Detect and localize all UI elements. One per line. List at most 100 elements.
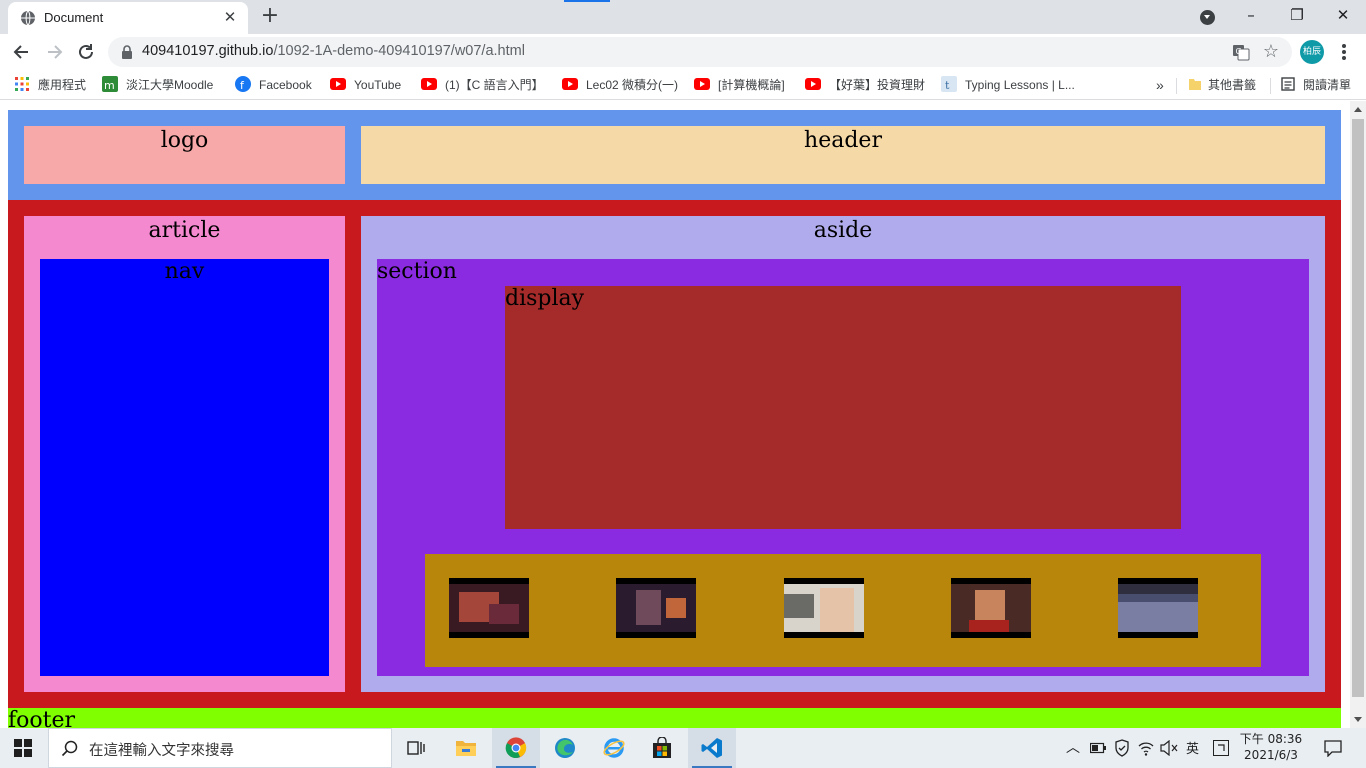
moodle-icon: m [102, 76, 118, 92]
bookmark-computer-intro[interactable]: [計算機概論] [694, 76, 785, 94]
vscode-button[interactable] [688, 728, 736, 768]
article-box: article nav [24, 216, 345, 692]
windows-taskbar: 在這裡輸入文字來搜尋 ︿ 英 下午 08:36 2021/6/3 [0, 728, 1366, 768]
bookmark-other-folder[interactable]: 其他書籤 [1188, 76, 1256, 94]
bookmark-label: (1)【C 語言入門】 [445, 78, 544, 92]
url-path: /1092-1A-demo-409410197/w07/a.html [273, 43, 525, 59]
typing-icon: t [941, 76, 957, 92]
thumbnail-image [449, 584, 529, 632]
ime-mode-icon[interactable] [1213, 740, 1229, 756]
apps-grid-icon [15, 77, 29, 91]
bookmark-apps[interactable]: 應用程式 [14, 76, 86, 94]
address-bar[interactable]: 409410197.github.io/1092-1A-demo-4094101… [108, 37, 1292, 67]
edge-button[interactable] [541, 728, 589, 768]
tab-strip: Document ✕ + – ❐ ✕ [0, 0, 1366, 34]
url-text[interactable]: 409410197.github.io/1092-1A-demo-4094101… [142, 43, 525, 59]
lock-icon[interactable] [120, 45, 134, 59]
bookmark-investing[interactable]: 【好葉】投資理財 [805, 76, 925, 94]
bookmark-typing-lessons[interactable]: t Typing Lessons | L... [941, 76, 1075, 94]
new-tab-button[interactable]: + [258, 5, 282, 29]
tab-search-dropdown-icon[interactable] [1200, 10, 1215, 25]
chrome-button[interactable] [492, 728, 540, 768]
bookmark-moodle[interactable]: m 淡江大學Moodle [102, 76, 213, 94]
clock-time: 下午 08:36 [1239, 732, 1303, 746]
bookmark-youtube[interactable]: YouTube [330, 76, 401, 94]
scrollbar-thumb[interactable] [1352, 119, 1364, 697]
bookmark-label: YouTube [354, 78, 402, 92]
video-thumbnail-1[interactable] [449, 578, 529, 638]
bookmark-label: Lec02 微積分(一) [586, 78, 679, 92]
youtube-icon [694, 78, 710, 90]
bookmark-label: Facebook [259, 78, 312, 92]
youtube-icon [562, 78, 578, 90]
main-container: article nav aside section display [8, 200, 1341, 708]
ime-language-indicator[interactable]: 英 [1186, 738, 1199, 757]
video-thumbnail-3[interactable] [784, 578, 864, 638]
store-icon [653, 737, 671, 758]
tab-title: Document [44, 10, 104, 25]
youtube-icon [330, 78, 346, 90]
url-host: 409410197.github.io [142, 43, 274, 59]
minimize-button[interactable]: – [1228, 0, 1274, 32]
battery-icon[interactable] [1090, 742, 1106, 754]
aside-box: aside section display [361, 216, 1325, 692]
taskbar-search[interactable]: 在這裡輸入文字來搜尋 [48, 728, 392, 768]
clock-date: 2021/6/3 [1244, 748, 1298, 762]
chrome-icon [505, 737, 527, 758]
page-viewport: logo header article nav aside section di… [0, 101, 1350, 728]
bookmarks-overflow-button[interactable]: » [1156, 76, 1164, 94]
vertical-scrollbar[interactable] [1350, 101, 1366, 728]
reading-list-button[interactable]: 閱讀清單 [1281, 76, 1351, 94]
video-thumbnail-2[interactable] [616, 578, 696, 638]
back-icon[interactable] [8, 38, 36, 66]
thumbnail-image [1118, 584, 1198, 632]
scroll-up-arrow-icon[interactable] [1354, 107, 1362, 112]
ie-icon [603, 738, 625, 758]
logo-label: logo [160, 128, 209, 153]
notifications-icon[interactable] [1324, 739, 1342, 757]
close-window-button[interactable]: ✕ [1320, 0, 1366, 32]
nav-label: nav [164, 259, 205, 284]
logo-box: logo [24, 126, 345, 184]
video-thumbnail-4[interactable] [951, 578, 1031, 638]
section-label: section [377, 259, 457, 284]
translate-icon[interactable]: G [1232, 43, 1250, 61]
file-explorer-button[interactable] [442, 728, 490, 768]
file-explorer-icon [456, 741, 476, 756]
bookmark-label: Typing Lessons | L... [965, 78, 1075, 92]
thumbnail-image [951, 584, 1031, 632]
windows-start-icon[interactable] [14, 739, 32, 757]
show-hidden-icons-icon[interactable]: ︿ [1066, 737, 1080, 757]
more-menu-icon[interactable] [1334, 38, 1354, 66]
store-button[interactable] [638, 728, 686, 768]
forward-icon[interactable] [40, 38, 68, 66]
bookmark-c-language[interactable]: (1)【C 語言入門】 [421, 76, 544, 94]
display-label: display [505, 286, 585, 311]
header-container: logo header [8, 110, 1341, 200]
bookmark-calculus[interactable]: Lec02 微積分(一) [562, 76, 678, 94]
close-tab-icon[interactable]: ✕ [220, 7, 240, 27]
bookmark-label: 應用程式 [38, 78, 87, 92]
aside-label: aside [813, 218, 873, 243]
footer-box: footer [8, 708, 1341, 728]
bookmark-label: 【好葉】投資理財 [829, 78, 926, 92]
bookmark-facebook[interactable]: f Facebook [235, 76, 312, 94]
volume-muted-icon[interactable] [1160, 740, 1178, 756]
scroll-down-arrow-icon[interactable] [1354, 717, 1362, 722]
bookmark-label: 其他書籤 [1208, 78, 1257, 92]
tab-document[interactable]: Document ✕ [8, 2, 248, 34]
taskbar-clock[interactable]: 下午 08:36 2021/6/3 [1236, 731, 1306, 763]
video-thumbnail-5[interactable] [1118, 578, 1198, 638]
reload-icon[interactable] [72, 38, 100, 66]
security-shield-icon[interactable] [1114, 739, 1130, 757]
internet-explorer-button[interactable] [590, 728, 638, 768]
task-view-button[interactable] [392, 728, 440, 768]
bookmark-star-icon[interactable]: ☆ [1260, 41, 1282, 63]
task-view-icon [407, 741, 425, 755]
wifi-icon[interactable] [1138, 740, 1154, 756]
restore-button[interactable]: ❐ [1274, 0, 1320, 32]
header-box: header [361, 126, 1325, 184]
svg-text:t: t [945, 79, 950, 92]
bookmarks-bar: 應用程式 m 淡江大學Moodle f Facebook YouTube (1)… [0, 70, 1366, 100]
profile-avatar[interactable]: 柏辰 [1300, 40, 1324, 64]
